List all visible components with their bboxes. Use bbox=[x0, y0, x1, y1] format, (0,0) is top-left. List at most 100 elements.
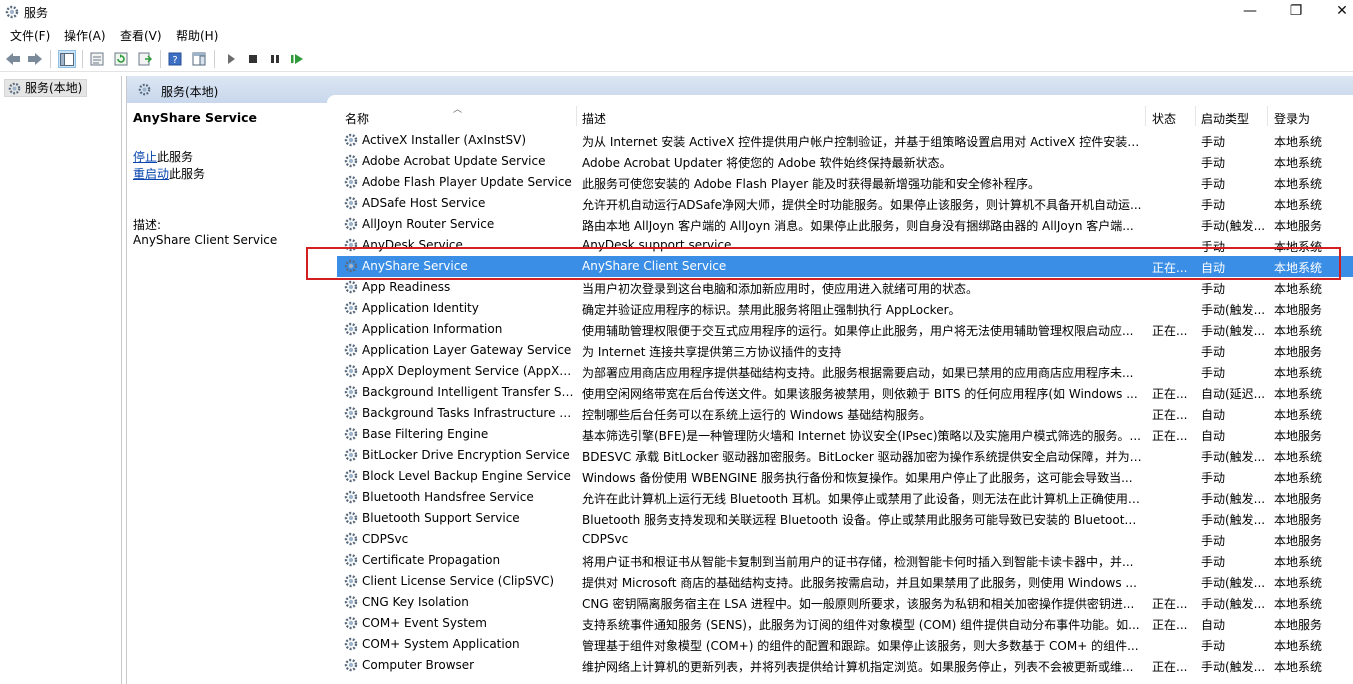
service-gear-icon bbox=[344, 259, 358, 273]
cell-name: Application Identity bbox=[362, 301, 479, 315]
table-row[interactable]: BitLocker Drive Encryption Service BDESVC… bbox=[337, 445, 1353, 466]
cell-name: Bluetooth Handsfree Service bbox=[362, 490, 534, 504]
properties-button[interactable] bbox=[88, 50, 106, 68]
table-row[interactable]: Client License Service (ClipSVC) 提供对 Micr… bbox=[337, 571, 1353, 592]
title-bar: 服务 — ❐ ✕ bbox=[0, 0, 1353, 24]
restart-service-link[interactable]: 重启动 bbox=[133, 167, 169, 181]
table-row[interactable]: Bluetooth Handsfree Service 允许在此计算机上运行无线 … bbox=[337, 487, 1353, 508]
service-gear-icon bbox=[344, 616, 358, 630]
column-header-log-on-as[interactable]: 登录为 bbox=[1274, 110, 1310, 127]
stop-service-link[interactable]: 停止 bbox=[133, 150, 157, 164]
column-header-name[interactable]: 名称 bbox=[345, 110, 369, 127]
cell-log-on-as: 本地系统 bbox=[1274, 261, 1323, 275]
table-row[interactable]: AppX Deployment Service (AppXS... 为部署应用商店… bbox=[337, 361, 1353, 382]
column-divider[interactable] bbox=[1145, 106, 1146, 126]
close-button[interactable]: ✕ bbox=[1319, 0, 1353, 22]
table-row[interactable]: Computer Browser 维护网络上计算机的更新列表，并将列表提供给计算机… bbox=[337, 655, 1353, 676]
table-row[interactable]: Application Identity 确定并验证应用程序的标识。禁用此服务将阻… bbox=[337, 298, 1353, 319]
cell-name: Application Information bbox=[362, 322, 503, 336]
table-row[interactable]: Bluetooth Support Service Bluetooth 服务支持发… bbox=[337, 508, 1353, 529]
table-row[interactable]: ActiveX Installer (AxInstSV) 为从 Internet … bbox=[337, 130, 1353, 151]
cell-name: Certificate Propagation bbox=[362, 553, 501, 567]
column-header-status[interactable]: 状态 bbox=[1152, 110, 1176, 127]
stop-service-button[interactable] bbox=[244, 50, 262, 68]
extended-detail: AnyShare Service 停止此服务 重启动此服务 描述: AnySha… bbox=[133, 110, 327, 247]
cell-startup-type: 手动 bbox=[1201, 240, 1226, 254]
cell-description: 维护网络上计算机的更新列表，并将列表提供给计算机指定浏览。如果服务停止，列表不会… bbox=[582, 660, 1134, 674]
menu-file[interactable]: 文件(F) bbox=[10, 27, 50, 44]
cell-log-on-as: 本地服务 bbox=[1274, 618, 1323, 632]
table-row[interactable]: COM+ Event System 支持系统事件通知服务 (SENS)，此服务为订… bbox=[337, 613, 1353, 634]
toolbar-separator bbox=[82, 50, 83, 68]
table-row[interactable]: CDPSvc CDPSvc 手动 本地服务 bbox=[337, 529, 1353, 550]
cell-name: COM+ Event System bbox=[362, 616, 487, 630]
table-row[interactable]: Background Tasks Infrastructure S... 控制哪些… bbox=[337, 403, 1353, 424]
table-row[interactable]: Application Information 使用辅助管理权限便于交互式应用程序… bbox=[337, 319, 1353, 340]
restore-icon: ❐ bbox=[1289, 3, 1303, 19]
description-label: 描述: bbox=[133, 218, 162, 232]
table-row[interactable]: ADSafe Host Service 允许开机自动运行ADSafe净网大师，提供… bbox=[337, 193, 1353, 214]
table-row[interactable]: Adobe Acrobat Update Service Adobe Acroba… bbox=[337, 151, 1353, 172]
minimize-button[interactable]: — bbox=[1227, 0, 1273, 22]
action-pane-button[interactable] bbox=[190, 50, 208, 68]
table-row[interactable]: CNG Key Isolation CNG 密钥隔离服务宿主在 LSA 进程中。如… bbox=[337, 592, 1353, 613]
service-gear-icon bbox=[344, 343, 358, 357]
column-divider[interactable] bbox=[1195, 106, 1196, 126]
cell-description: AnyDesk support service. bbox=[582, 238, 736, 252]
cell-name: ActiveX Installer (AxInstSV) bbox=[362, 133, 527, 147]
table-row[interactable]: Adobe Flash Player Update Service 此服务可使您安… bbox=[337, 172, 1353, 193]
window-title: 服务 bbox=[24, 6, 49, 20]
cell-startup-type: 手动 bbox=[1201, 366, 1226, 380]
cell-name: Application Layer Gateway Service bbox=[362, 343, 572, 357]
cell-startup-type: 自动 bbox=[1201, 408, 1226, 422]
tree-node-services-local[interactable]: 服务(本地) bbox=[4, 79, 88, 97]
tree-node-label: 服务(本地) bbox=[25, 81, 83, 95]
stop-service-line: 停止此服务 bbox=[133, 148, 193, 165]
service-gear-icon bbox=[344, 133, 358, 147]
table-row[interactable]: Base Filtering Engine 基本筛选引擎(BFE)是一种管理防火墙… bbox=[337, 424, 1353, 445]
table-row[interactable]: AnyDesk Service AnyDesk support service. 手… bbox=[337, 235, 1353, 256]
export-list-button[interactable] bbox=[136, 50, 154, 68]
service-gear-icon bbox=[344, 490, 358, 504]
restart-service-button[interactable] bbox=[288, 50, 306, 68]
cell-description: 为 Internet 连接共享提供第三方协议插件的支持 bbox=[582, 345, 842, 359]
column-divider[interactable] bbox=[576, 106, 577, 126]
column-header-startup-type[interactable]: 启动类型 bbox=[1201, 110, 1249, 127]
menu-help[interactable]: 帮助(H) bbox=[176, 27, 218, 44]
table-row[interactable]: AllJoyn Router Service 路由本地 AllJoyn 客户端的 … bbox=[337, 214, 1353, 235]
help-button[interactable]: ? bbox=[166, 50, 184, 68]
back-button[interactable] bbox=[4, 50, 22, 68]
show-hide-tree-button[interactable] bbox=[58, 50, 76, 68]
cell-description: CDPSvc bbox=[582, 532, 629, 546]
menu-action[interactable]: 操作(A) bbox=[64, 27, 106, 44]
gear-icon bbox=[138, 83, 151, 96]
table-row[interactable]: AnyShare Service AnyShare Client Service 正… bbox=[337, 256, 1353, 277]
service-gear-icon bbox=[344, 301, 358, 315]
cell-description: 控制哪些后台任务可以在系统上运行的 Windows 基础结构服务。 bbox=[582, 408, 932, 422]
cell-description: 当用户初次登录到这台电脑和添加新应用时，使应用进入就绪可用的状态。 bbox=[582, 282, 979, 296]
table-row[interactable]: App Readiness 当用户初次登录到这台电脑和添加新应用时，使应用进入就绪… bbox=[337, 277, 1353, 298]
menu-view[interactable]: 查看(V) bbox=[120, 27, 162, 44]
cell-log-on-as: 本地服务 bbox=[1274, 345, 1323, 359]
table-row[interactable]: Block Level Backup Engine Service Windows… bbox=[337, 466, 1353, 487]
column-header-description[interactable]: 描述 bbox=[582, 110, 606, 127]
refresh-button[interactable] bbox=[112, 50, 130, 68]
cell-name: Adobe Flash Player Update Service bbox=[362, 175, 572, 189]
cell-description: 提供对 Microsoft 商店的基础结构支持。此服务按需启动，并且如果禁用了此… bbox=[582, 576, 1137, 590]
cell-startup-type: 手动(触发... bbox=[1201, 303, 1266, 317]
cell-name: Background Tasks Infrastructure S... bbox=[362, 406, 576, 420]
forward-button[interactable] bbox=[26, 50, 44, 68]
cell-name: BitLocker Drive Encryption Service bbox=[362, 448, 570, 462]
cell-description: 支持系统事件通知服务 (SENS)，此服务为订阅的组件对象模型 (COM) 组件… bbox=[582, 618, 1140, 632]
gear-icon bbox=[8, 82, 21, 95]
pause-service-button[interactable] bbox=[266, 50, 284, 68]
maximize-button[interactable]: ❐ bbox=[1273, 0, 1319, 22]
column-divider[interactable] bbox=[1267, 106, 1268, 126]
table-row[interactable]: Certificate Propagation 将用户证书和根证书从智能卡复制到当… bbox=[337, 550, 1353, 571]
table-row[interactable]: COM+ System Application 管理基于组件对象模型 (COM+)… bbox=[337, 634, 1353, 655]
cell-name: AnyShare Service bbox=[362, 259, 468, 273]
cell-log-on-as: 本地系统 bbox=[1274, 282, 1323, 296]
table-row[interactable]: Application Layer Gateway Service 为 Inter… bbox=[337, 340, 1353, 361]
table-row[interactable]: Background Intelligent Transfer Se... 使用空… bbox=[337, 382, 1353, 403]
start-service-button[interactable] bbox=[222, 50, 240, 68]
